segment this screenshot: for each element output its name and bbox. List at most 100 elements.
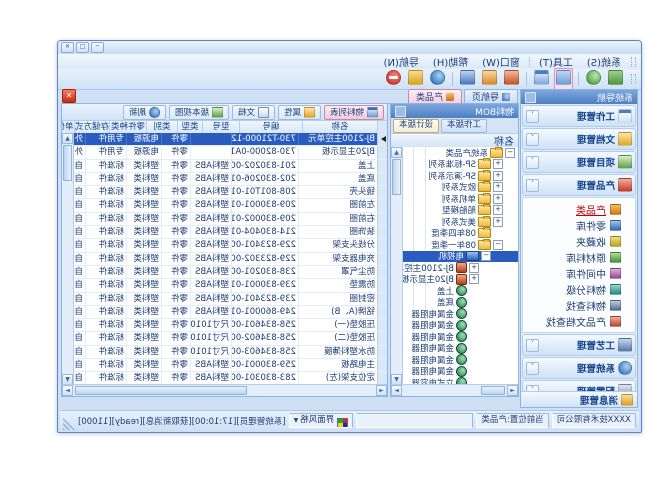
tree-node[interactable]: 金属电阻器 — [402, 343, 518, 355]
tree-node[interactable]: 上盖 — [402, 285, 518, 297]
chevron-icon[interactable]: ˅ — [526, 133, 539, 146]
row-header-cell[interactable] — [377, 186, 387, 198]
table-cell[interactable]: 标准件 — [85, 186, 126, 198]
table-cell[interactable]: 专用件 — [85, 133, 126, 145]
table-cell[interactable]: 259-830001-001 — [231, 359, 298, 371]
row-header-cell[interactable] — [377, 359, 387, 371]
table-cell[interactable]: 730-T21000-121 — [231, 133, 298, 145]
row-header-cell[interactable] — [377, 372, 387, 384]
tree-node[interactable]: + BJ20主显示板 — [402, 274, 518, 286]
table-cell[interactable]: 标准件 — [85, 359, 126, 371]
table-cell[interactable]: 零件 — [161, 146, 190, 158]
table-cell[interactable]: 零件 — [161, 359, 190, 371]
table-cell[interactable]: 258-834603-001 — [231, 346, 298, 358]
table-cell[interactable]: 铭牌(A、B) — [298, 306, 377, 318]
table-toolbar-button[interactable]: 物料列表 — [324, 105, 384, 120]
plus-expander-icon[interactable]: + — [493, 194, 503, 204]
sidebar-item[interactable]: 收藏夹 — [523, 233, 635, 249]
table-cell[interactable]: 自制 — [73, 213, 85, 225]
table-cell[interactable]: 自制 — [73, 160, 85, 172]
table-row[interactable]: 充电器支架229-823302-001塑料ABS零件塑料类标准件自制条 — [73, 253, 387, 266]
table-cell[interactable]: 标准件 — [85, 346, 126, 358]
document-tab[interactable]: 产品类 — [408, 89, 462, 103]
toolbar-button[interactable] — [554, 68, 573, 90]
table-cell[interactable]: 零件 — [161, 186, 190, 198]
table-row[interactable]: 压胶垫(一)258-834601-001尺寸1010零件塑料类标准件自制条 — [73, 319, 387, 332]
table-cell[interactable]: 零件 — [161, 173, 190, 185]
tree-version-tab[interactable]: 工作版本 — [441, 119, 487, 133]
table-cell[interactable]: 塑料类 — [126, 213, 161, 225]
table-cell[interactable]: 730-82000-0A1 — [231, 146, 298, 158]
scroll-right-icon[interactable]: ► — [391, 385, 402, 396]
table-cell[interactable]: 自制 — [73, 253, 85, 265]
table-cell[interactable]: 塑料类 — [126, 173, 161, 185]
table-cell[interactable]: 标准件 — [85, 293, 126, 305]
table-cell[interactable]: 239-830001-011 — [231, 279, 298, 291]
row-header-cell[interactable] — [377, 146, 387, 158]
table-cell[interactable]: 标准件 — [85, 199, 126, 211]
table-cell[interactable]: 专用件 — [85, 146, 126, 158]
row-header-cell[interactable] — [377, 293, 387, 305]
table-cell[interactable]: 标准件 — [85, 253, 126, 265]
close-button[interactable]: ✕ — [61, 42, 74, 53]
table-cell[interactable]: 零件 — [161, 226, 190, 238]
row-header-cell[interactable] — [377, 226, 387, 238]
row-header-cell[interactable] — [377, 199, 387, 211]
minus-expander-icon[interactable]: − — [481, 251, 491, 261]
table-cell[interactable]: 自制 — [73, 226, 85, 238]
table-cell[interactable]: 防水塑料薄膜 — [298, 346, 377, 358]
table-cell[interactable]: 尺寸1010 — [190, 319, 231, 331]
table-cell[interactable]: 零件 — [161, 239, 190, 251]
resize-grip[interactable] — [63, 418, 75, 430]
maximize-button[interactable]: □ — [76, 42, 89, 53]
table-cell[interactable]: 塑料类 — [126, 372, 161, 384]
chevron-icon[interactable]: ˅ — [526, 339, 539, 352]
table-cell[interactable]: 塑料ABS — [190, 253, 231, 265]
table-row[interactable]: 防水塑料薄膜258-834603-001尺寸1010零件塑料类标准件自制条 — [73, 346, 387, 359]
table-cell[interactable]: 标准件 — [85, 319, 126, 331]
table-cell[interactable]: 零件 — [161, 213, 190, 225]
plus-expander-icon[interactable]: + — [469, 274, 479, 284]
table-cell[interactable]: 塑料类 — [126, 332, 161, 344]
minus-expander-icon[interactable]: − — [493, 240, 503, 250]
table-cell[interactable]: 209-830001-011 — [231, 199, 298, 211]
scroll-up-icon[interactable]: ▲ — [391, 147, 402, 158]
tree-node[interactable]: + 美式系列 — [402, 216, 518, 228]
tree-column-header[interactable]: 名称 — [391, 134, 518, 148]
table-cell[interactable]: 塑料ABS — [190, 160, 231, 172]
pin-icon[interactable] — [525, 92, 536, 103]
table-cell[interactable]: 外购 — [73, 133, 85, 145]
table-cell[interactable]: 214-830404-011 — [231, 226, 298, 238]
table-cell[interactable]: 标准件 — [85, 306, 126, 318]
table-row[interactable]: 防震垫239-830001-011塑料ABS零件塑料类标准件自制条 — [73, 279, 387, 292]
panel-menu-icon[interactable] — [395, 106, 406, 117]
row-header-cell[interactable] — [377, 239, 387, 251]
table-cell[interactable]: 防震垫 — [298, 279, 377, 291]
table-cell[interactable]: 零件 — [161, 199, 190, 211]
table-cell[interactable]: 自制 — [73, 199, 85, 211]
table-cell[interactable]: 零件 — [161, 266, 190, 278]
table-cell[interactable]: 标准件 — [85, 226, 126, 238]
row-header-cell[interactable] — [377, 306, 387, 318]
table-toolbar-button[interactable]: 版本视图 — [169, 105, 229, 120]
table-cell[interactable]: 尺寸1010 — [190, 346, 231, 358]
row-header-cell[interactable] — [377, 279, 387, 291]
sidebar-item[interactable]: 物料分级 — [523, 281, 635, 297]
tree-node[interactable]: 金属电阻器 — [402, 366, 518, 378]
table-cell[interactable]: 密封圈 — [298, 293, 377, 305]
tree-node[interactable]: 金属电阻器 — [402, 354, 518, 366]
table-cell[interactable]: BJ-2100主控单元 — [298, 133, 377, 145]
table-row[interactable]: 分线头支架229-823401-001塑料ABS零件塑料类标准件自制条 — [73, 239, 387, 252]
table-cell[interactable]: 左前圈 — [298, 199, 377, 211]
table-cell[interactable]: 塑料ABS — [190, 199, 231, 211]
toolbar-button[interactable] — [480, 68, 499, 90]
table-cell[interactable]: 标准件 — [85, 239, 126, 251]
row-header-cell[interactable] — [377, 319, 387, 331]
table-cell[interactable]: 塑料ABS — [190, 266, 231, 278]
table-cell[interactable]: 零件 — [161, 372, 190, 384]
table-cell[interactable]: BJ20主显示板 — [298, 146, 377, 158]
table-cell[interactable]: 自制 — [73, 319, 85, 331]
table-cell[interactable]: 自制 — [73, 332, 85, 344]
toolbar-button[interactable] — [584, 68, 603, 90]
table-cell[interactable]: 自制 — [73, 279, 85, 291]
